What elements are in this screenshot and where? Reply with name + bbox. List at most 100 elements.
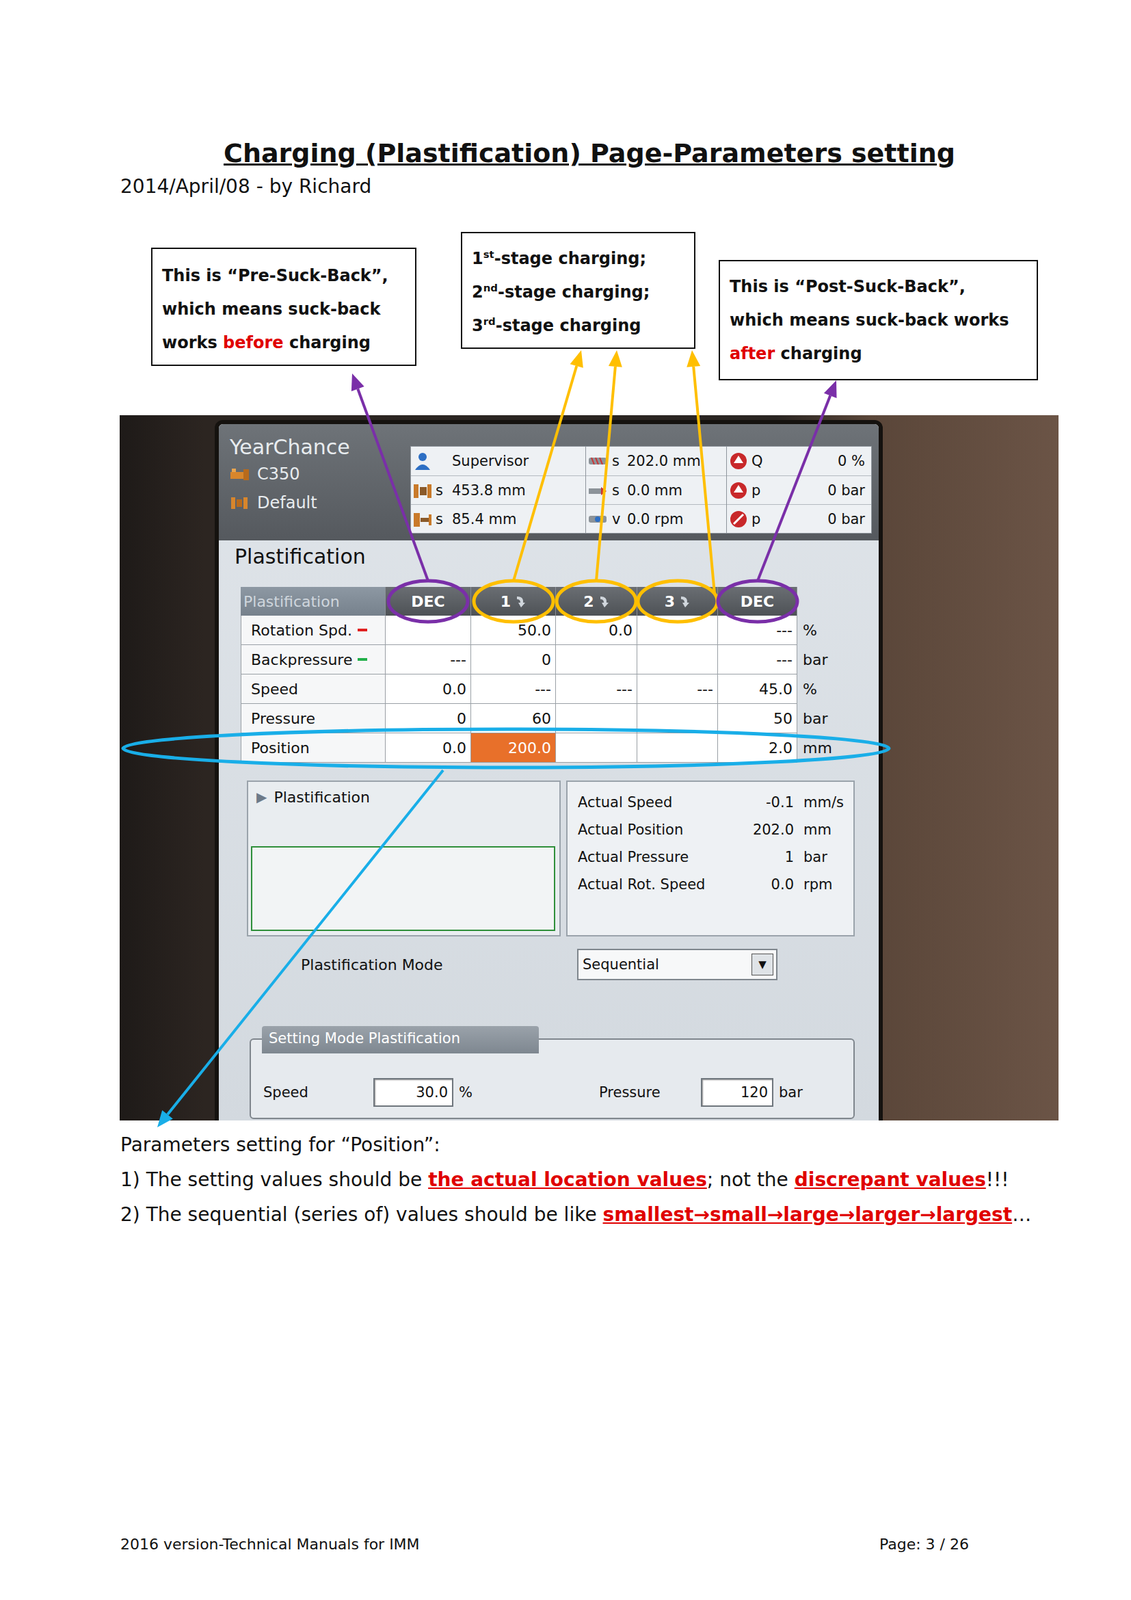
actual-value: 202.0 (735, 821, 794, 838)
text-segment: discrepant values (794, 1167, 987, 1191)
value-cell[interactable]: 200.0 (471, 733, 556, 763)
status-label: v (611, 510, 626, 528)
status-row: p0 bar (726, 503, 872, 533)
highlight-circle (637, 580, 718, 622)
text-segment: -stage charging; (497, 282, 650, 302)
value-cell[interactable]: --- (717, 644, 798, 675)
value-cell[interactable]: 45.0 (717, 674, 798, 704)
clamp-icon (412, 480, 433, 501)
column-header[interactable]: 1 (471, 586, 556, 616)
text-segment: the actual location values (428, 1167, 708, 1191)
pointer-arrow (513, 365, 577, 581)
column-label: 1 (500, 592, 511, 610)
field-unit: bar (773, 1083, 807, 1101)
field-input[interactable]: 120 (700, 1077, 774, 1107)
text-segment: charging (283, 333, 371, 353)
value-cell[interactable]: 60 (471, 703, 556, 734)
pointer-arrow (596, 366, 616, 581)
actual-label: Actual Rot. Speed (577, 875, 736, 893)
value-cell[interactable] (555, 644, 638, 675)
value-cell[interactable]: --- (637, 674, 718, 704)
expand-icon[interactable]: ▶ (256, 788, 267, 805)
curve-marker (357, 657, 368, 661)
value-cell[interactable]: --- (471, 674, 556, 704)
cell-value: 2.0 (768, 739, 793, 757)
machine-name: C350 (257, 459, 301, 489)
mold-icon (229, 495, 251, 511)
text-segment: after (729, 343, 775, 364)
callout-line: works before charging (162, 326, 403, 360)
value-cell[interactable] (637, 733, 718, 763)
callout-line: which means suck-back works (729, 303, 1026, 338)
hmi-screen: YearChanceC350DefaultSupervisors453.8 mm… (218, 423, 879, 1121)
actual-unit: bar (793, 848, 849, 866)
notes: Parameters setting for “Position”: 1) The… (120, 1126, 1032, 1232)
value-cell[interactable] (637, 644, 718, 675)
actual-unit: mm/s (793, 793, 849, 811)
value-cell[interactable]: 2.0 (717, 733, 798, 763)
field-label: Pressure (599, 1083, 701, 1101)
cell-value: 60 (531, 709, 552, 727)
setting-tab[interactable]: Setting Mode Plastification (261, 1025, 539, 1054)
value-cell[interactable]: 50 (717, 703, 798, 734)
text-segment: before (222, 333, 284, 353)
ejector-icon (412, 508, 433, 530)
pointer-arrow (757, 395, 831, 581)
notes-line: 2) The sequential (series of) values sho… (120, 1196, 1032, 1232)
row-label-text: Pressure (250, 709, 316, 727)
value-cell[interactable] (637, 703, 718, 734)
actual-value: 1 (735, 848, 794, 866)
value-cell[interactable]: 0 (385, 703, 472, 734)
highlight-ellipse (123, 728, 889, 768)
actual-label: Actual Speed (577, 793, 736, 811)
status-row: Supervisor (410, 446, 586, 476)
value-cell[interactable]: --- (385, 644, 472, 675)
mode-dropdown[interactable]: Sequential▼ (577, 948, 778, 980)
unit-cell: % (797, 615, 863, 645)
text-segment: 2 (471, 282, 484, 302)
cell-value: 45.0 (759, 680, 793, 698)
column-label: 3 (664, 592, 675, 610)
callout-line: which means suck-back (162, 292, 403, 327)
column-header[interactable]: DEC (385, 586, 472, 616)
value-cell[interactable]: 0 (471, 644, 556, 675)
screen-title: Plastification (218, 540, 879, 574)
column-label: DEC (740, 592, 775, 610)
status-value: 85.4 mm (449, 510, 586, 528)
column-header[interactable]: 3 (637, 586, 718, 616)
value-cell[interactable]: --- (717, 615, 798, 645)
value-cell[interactable]: 0.0 (385, 674, 472, 704)
row-label: Backpressure (240, 644, 386, 675)
value-cell[interactable]: --- (555, 674, 638, 704)
actual-row: Actual Speed-0.1mm/s (577, 788, 854, 816)
column-header[interactable]: DEC (717, 586, 798, 616)
text-segment: !!! (986, 1167, 1010, 1191)
value-cell[interactable] (385, 615, 472, 645)
callout-line: 2nd-stage charging; (471, 275, 682, 310)
user-icon (412, 450, 433, 472)
text-segment: st (483, 248, 495, 261)
notes-heading: Parameters setting for “Position”: (120, 1126, 1032, 1162)
arrowhead-icon (157, 1109, 174, 1127)
value-cell[interactable]: 50.0 (471, 615, 556, 645)
text-segment: which means suck-back works (729, 310, 1010, 330)
row-label-text: Speed (250, 680, 299, 698)
text-segment: 1) The setting values should be (120, 1167, 429, 1191)
value-cell[interactable]: 0.0 (555, 615, 638, 645)
text-segment: 2) The sequential (series of) values sho… (120, 1202, 604, 1226)
dropdown-arrow-icon[interactable]: ▼ (751, 953, 774, 976)
panel-header[interactable]: ▶Plastification (248, 781, 560, 812)
value-cell[interactable] (555, 733, 638, 763)
status-label: s (435, 510, 450, 528)
field-input[interactable]: 30.0 (373, 1077, 454, 1107)
actual-row: Actual Position202.0mm (577, 815, 854, 844)
value-cell[interactable] (555, 703, 638, 734)
highlight-circle (717, 580, 798, 622)
value-cell[interactable]: 0.0 (385, 733, 472, 763)
actual-value: -0.1 (735, 793, 794, 811)
row-label-text: Position (250, 739, 310, 757)
column-header[interactable]: 2 (555, 586, 638, 616)
machine-row: C350 (229, 459, 411, 489)
value-cell[interactable] (637, 615, 718, 645)
row-label: Pressure (240, 703, 386, 734)
